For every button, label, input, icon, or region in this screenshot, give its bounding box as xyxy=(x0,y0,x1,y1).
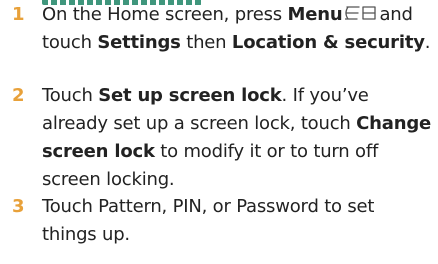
step-text: On the Home screen, press Menu and touch… xyxy=(42,1,432,57)
instructions-page: 1 On the Home screen, press Menu and tou… xyxy=(0,0,438,264)
step-text: Touch Pattern, PIN, or Password to set t… xyxy=(42,193,432,249)
step-text-part: Touch xyxy=(42,85,93,106)
step-text-part: On the Home screen, press xyxy=(42,4,282,25)
step-number: 1 xyxy=(12,4,25,25)
menu-icon xyxy=(344,3,377,21)
settings-label: Settings xyxy=(97,32,181,53)
step-text-part: Touch Pattern, PIN, or Password to set t… xyxy=(42,196,375,245)
step-number: 2 xyxy=(12,85,25,106)
step-number: 3 xyxy=(12,196,25,217)
step-text-part: . xyxy=(424,32,431,53)
step-text: Touch Set up screen lock. If you’ve alre… xyxy=(42,82,432,194)
step-text-part: then xyxy=(186,32,227,53)
location-security-label: Location & security xyxy=(231,32,425,53)
set-up-screen-lock-label: Set up screen lock xyxy=(98,85,282,106)
menu-label: Menu xyxy=(287,4,343,25)
